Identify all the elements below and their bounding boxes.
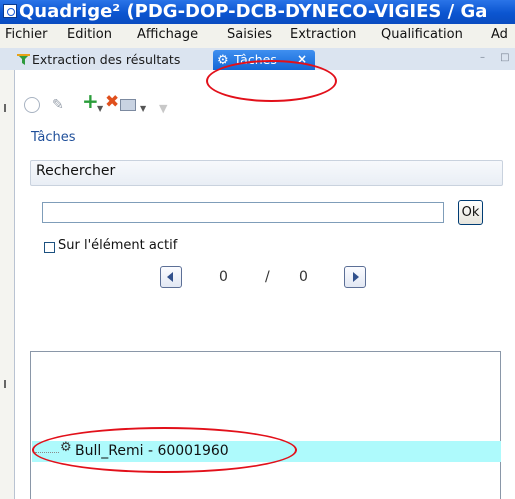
gear-icon: ⚙ bbox=[217, 53, 229, 68]
edit-icon[interactable]: ✎ bbox=[52, 96, 64, 114]
menu-saisies[interactable]: Saisies bbox=[227, 24, 272, 46]
app-icon[interactable] bbox=[3, 4, 17, 18]
page-separator: / bbox=[265, 269, 270, 285]
sync-icon[interactable] bbox=[24, 97, 40, 113]
search-input[interactable] bbox=[42, 202, 444, 223]
menu-extraction[interactable]: Extraction bbox=[290, 24, 356, 46]
strip-marker bbox=[4, 380, 6, 388]
tab-bar: Extraction des résultats ⚙ Tâches × – □ bbox=[0, 48, 515, 71]
menu-fichier[interactable]: Fichier bbox=[5, 24, 48, 46]
search-section-header[interactable]: Rechercher bbox=[30, 160, 503, 186]
tree-connector bbox=[35, 452, 59, 453]
view-toolbar: ✎ + ▼ ✖ ▼ ▼ bbox=[14, 91, 515, 118]
filter-icon bbox=[17, 54, 30, 65]
page-total: 0 bbox=[299, 269, 308, 285]
next-button[interactable] bbox=[344, 266, 366, 288]
menu-qualification[interactable]: Qualification bbox=[381, 24, 463, 46]
page-current: 0 bbox=[219, 269, 228, 285]
view-title: Tâches bbox=[31, 130, 76, 145]
triangle-left-icon bbox=[167, 272, 173, 282]
menu-bar: Fichier Edition Affichage Saisies Extrac… bbox=[0, 24, 515, 49]
down-arrow-icon[interactable]: ▼ bbox=[159, 100, 167, 118]
results-tree[interactable] bbox=[30, 351, 501, 499]
active-element-checkbox[interactable] bbox=[44, 242, 55, 253]
triangle-right-icon bbox=[353, 272, 359, 282]
menu-affichage[interactable]: Affichage bbox=[137, 24, 198, 46]
ok-button[interactable]: Ok bbox=[458, 200, 483, 225]
window-title: Quadrige² (PDG-DOP-DCB-DYNECO-VIGIES / G… bbox=[19, 1, 488, 22]
menu-ad[interactable]: Ad bbox=[491, 24, 508, 46]
tab-label: Tâches bbox=[234, 52, 277, 67]
left-strip bbox=[0, 70, 14, 499]
view-controls[interactable]: – □ bbox=[480, 52, 515, 63]
move-icon[interactable] bbox=[120, 99, 136, 111]
tab-label: Extraction des résultats bbox=[32, 52, 181, 67]
gear-icon: ⚙ bbox=[60, 440, 72, 455]
close-icon[interactable]: × bbox=[297, 50, 307, 69]
menu-edition[interactable]: Edition bbox=[67, 24, 112, 46]
tab-taches[interactable]: ⚙ Tâches × bbox=[213, 50, 315, 70]
strip-marker bbox=[4, 104, 6, 112]
active-element-label: Sur l'élément actif bbox=[58, 238, 178, 253]
chevron-down-icon[interactable]: ▼ bbox=[140, 100, 146, 118]
tree-item-label[interactable]: Bull_Remi - 60001960 bbox=[75, 443, 229, 459]
title-bar: Quadrige² (PDG-DOP-DCB-DYNECO-VIGIES / G… bbox=[0, 0, 515, 24]
search-section-label: Rechercher bbox=[36, 163, 116, 179]
delete-icon[interactable]: ✖ bbox=[105, 93, 119, 111]
previous-button[interactable] bbox=[160, 266, 182, 288]
chevron-down-icon[interactable]: ▼ bbox=[97, 100, 103, 118]
